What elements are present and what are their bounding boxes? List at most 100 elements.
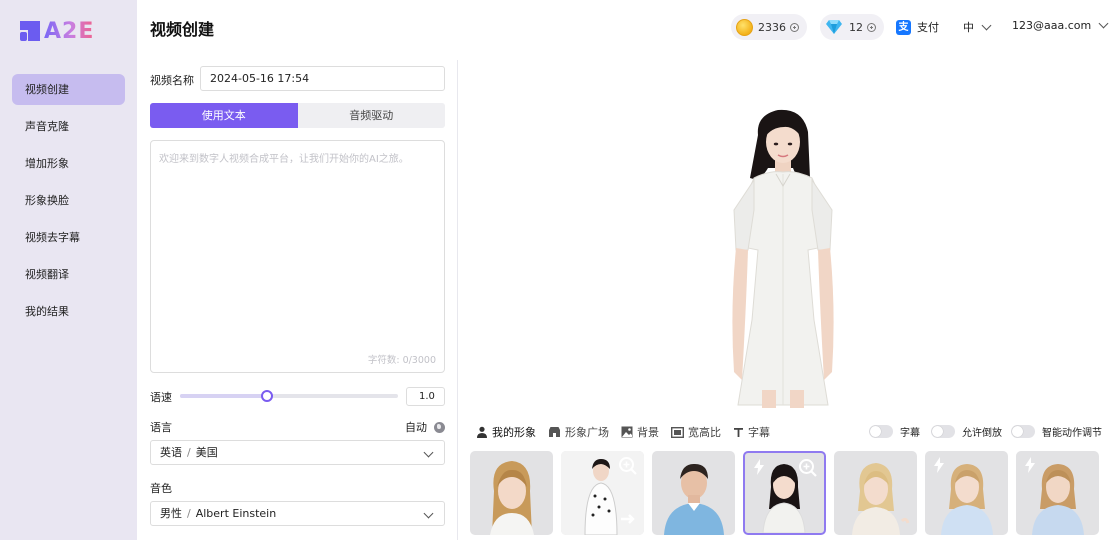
sidebar-nav: 视频创建 声音克隆 增加形象 形象换脸 视频去字幕 视频翻译 我的结果 xyxy=(12,74,125,333)
diamond-icon xyxy=(826,20,842,34)
user-email: 123@aaa.com xyxy=(1012,19,1092,32)
alipay-icon: 支 xyxy=(896,19,911,35)
script-placeholder: 欢迎来到数字人视频合成平台，让我们开始你的AI之旅。 xyxy=(159,154,409,165)
char-count: 字符数: 0/3000 xyxy=(367,355,436,366)
coin-balance[interactable]: 2336 xyxy=(731,14,807,40)
avatar-thumb[interactable] xyxy=(470,451,553,535)
add-coins-icon[interactable] xyxy=(790,22,799,32)
speed-slider-handle[interactable] xyxy=(261,390,274,402)
sidebar-item-my-results[interactable]: 我的结果 xyxy=(12,296,125,327)
logo-icon xyxy=(20,21,40,41)
zoom-in-icon[interactable] xyxy=(618,456,638,476)
image-icon xyxy=(621,426,633,438)
auto-detect-toggle[interactable]: 自动 xyxy=(405,419,445,435)
speed-label: 语速 xyxy=(150,391,172,404)
sidebar-item-video-translate[interactable]: 视频翻译 xyxy=(12,259,125,290)
brand-logo[interactable]: A2E xyxy=(20,18,94,44)
sidebar-item-remove-subtitles[interactable]: 视频去字幕 xyxy=(12,222,125,253)
lightning-icon xyxy=(1025,457,1035,473)
avatar-thumb[interactable] xyxy=(1016,451,1099,535)
language-switcher[interactable]: 中 xyxy=(963,19,992,35)
language-select-part1: 英语 xyxy=(160,446,182,459)
pay-button[interactable]: 支 支付 xyxy=(896,19,939,35)
chevron-down-icon xyxy=(981,20,992,30)
sidebar-item-add-avatar[interactable]: 增加形象 xyxy=(12,148,125,179)
person-icon xyxy=(477,426,487,438)
globe-icon xyxy=(434,421,445,433)
user-menu[interactable]: 123@aaa.com xyxy=(1012,18,1109,32)
sidebar-item-video-create[interactable]: 视频创建 xyxy=(12,74,125,105)
voice-select-separator: / xyxy=(187,507,191,520)
avatar-preview xyxy=(458,60,1110,412)
tool-label: 宽高比 xyxy=(688,426,721,439)
avatar-thumb[interactable] xyxy=(561,451,644,535)
chevron-down-icon xyxy=(423,508,434,519)
avatar-man-blue-shirt-image xyxy=(664,463,724,535)
lightning-icon xyxy=(754,459,764,475)
tab-use-text[interactable]: 使用文本 xyxy=(150,103,298,128)
avatar-preview-image xyxy=(732,109,834,408)
avatar-thumb[interactable] xyxy=(834,451,917,535)
coin-icon xyxy=(736,18,753,36)
language-field-label: 语言 xyxy=(150,421,172,434)
input-mode-tabs: 使用文本 音频驱动 xyxy=(150,103,445,128)
coin-count: 2336 xyxy=(758,20,786,34)
avatar-thumb[interactable] xyxy=(652,451,735,535)
sidebar-item-face-swap[interactable]: 形象换脸 xyxy=(12,185,125,216)
speed-slider[interactable] xyxy=(180,390,398,402)
add-gems-icon[interactable] xyxy=(867,22,876,32)
voice-select-part1: 男性 xyxy=(160,507,182,520)
tool-label: 字幕 xyxy=(748,426,770,439)
tool-aspect-ratio[interactable]: 宽高比 xyxy=(671,424,721,440)
language-select-separator: / xyxy=(187,446,191,459)
tool-subtitles[interactable]: 字幕 xyxy=(733,424,770,440)
smart-motion-toggle-group: 智能动作调节 xyxy=(1011,424,1102,439)
subtitle-toggle-group: 字幕 xyxy=(869,424,920,439)
tool-label: 形象广场 xyxy=(565,426,609,439)
speed-slider-fill xyxy=(180,394,268,398)
tool-background[interactable]: 背景 xyxy=(621,424,659,440)
voice-select[interactable]: 男性 / Albert Einstein xyxy=(150,501,445,526)
script-textarea[interactable]: 欢迎来到数字人视频合成平台，让我们开始你的AI之旅。 字符数: 0/3000 xyxy=(150,140,445,373)
chevron-down-icon xyxy=(1098,18,1109,29)
tool-label: 我的形象 xyxy=(492,426,536,439)
avatar-thumbnail-list xyxy=(470,451,1107,535)
video-name-label: 视频名称 xyxy=(150,74,194,87)
avatar-toolbar: 我的形象 形象广场 背景 宽高比 字幕 xyxy=(476,424,782,440)
language-select[interactable]: 英语 / 美国 xyxy=(150,440,445,465)
chevron-down-icon xyxy=(423,447,434,458)
avatar-thumb-selected[interactable] xyxy=(743,451,826,535)
store-icon xyxy=(549,427,560,437)
smart-motion-toggle[interactable] xyxy=(1011,425,1035,438)
page-title: 视频创建 xyxy=(150,20,215,39)
avatar-blonde-braids-image xyxy=(490,461,534,535)
tool-my-avatars[interactable]: 我的形象 xyxy=(476,424,536,440)
text-icon xyxy=(734,427,743,437)
voice-field-label: 音色 xyxy=(150,482,172,495)
toggle-label: 智能动作调节 xyxy=(1042,428,1102,439)
avatar-thumb[interactable] xyxy=(925,451,1008,535)
tab-audio-driven[interactable]: 音频驱动 xyxy=(298,103,446,128)
sidebar-item-voice-clone[interactable]: 声音克隆 xyxy=(12,111,125,142)
allow-reverse-toggle[interactable] xyxy=(931,425,955,438)
lightning-icon xyxy=(934,457,944,473)
tool-label: 背景 xyxy=(637,426,659,439)
video-name-input[interactable]: 2024-05-16 17:54 xyxy=(200,66,445,91)
tool-avatar-square[interactable]: 形象广场 xyxy=(548,424,609,440)
gem-count: 12 xyxy=(849,20,863,34)
toggle-label: 字幕 xyxy=(900,428,920,439)
sidebar: A2E 视频创建 声音克隆 增加形象 形象换脸 视频去字幕 视频翻译 我的结果 xyxy=(0,0,137,540)
avatar-blonde-woman-image xyxy=(852,463,910,535)
speed-value-input[interactable]: 1.0 xyxy=(406,387,445,406)
reverse-toggle-group: 允许倒放 xyxy=(931,424,1002,439)
zoom-in-icon[interactable] xyxy=(798,458,818,478)
subtitle-toggle[interactable] xyxy=(869,425,893,438)
app-root: A2E 视频创建 声音克隆 增加形象 形象换脸 视频去字幕 视频翻译 我的结果 … xyxy=(0,0,1110,540)
toggle-label: 允许倒放 xyxy=(962,428,1002,439)
language-select-part2: 美国 xyxy=(195,446,218,459)
gem-balance[interactable]: 12 xyxy=(820,14,884,40)
aspect-ratio-icon xyxy=(671,426,684,438)
language-label: 中 xyxy=(963,21,974,34)
voice-select-part2: Albert Einstein xyxy=(195,507,277,520)
logo-text: A2E xyxy=(44,18,95,44)
